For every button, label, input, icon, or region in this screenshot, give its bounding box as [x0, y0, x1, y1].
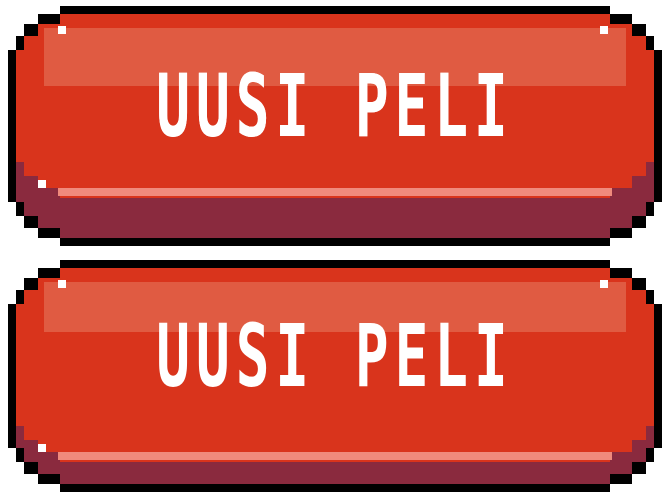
sparkle-icon — [58, 280, 66, 288]
sparkle-icon — [600, 280, 608, 288]
button-label: UUSI PELI — [156, 56, 514, 158]
sparkle-icon — [600, 26, 608, 34]
sparkle-icon — [38, 180, 46, 188]
button-rim-light — [58, 452, 612, 460]
button-label-pressed: UUSI PELI — [156, 306, 514, 408]
sparkle-icon — [58, 26, 66, 34]
sparkle-icon — [38, 444, 46, 452]
button-rim-light — [58, 188, 612, 196]
button-sheet: UUSI PELI UUSI PELI — [0, 0, 670, 496]
new-game-button[interactable]: UUSI PELI — [8, 6, 662, 246]
